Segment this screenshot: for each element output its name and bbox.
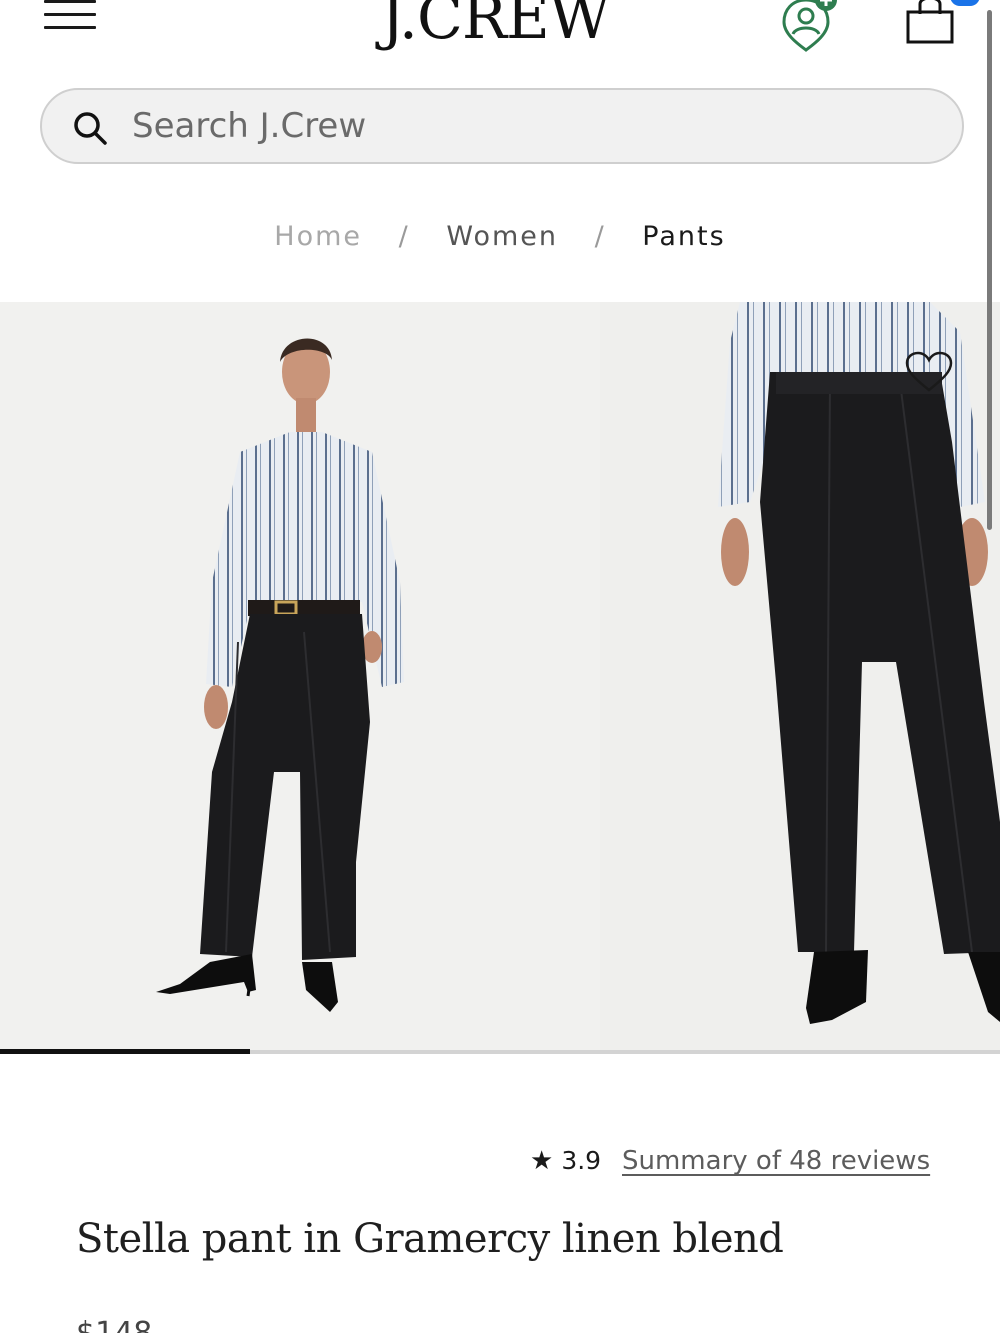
search-input[interactable]: [132, 104, 912, 148]
site-header: J.CREW: [0, 0, 1000, 70]
reviews-summary-link[interactable]: Summary of 48 reviews: [622, 1146, 930, 1176]
brand-logo[interactable]: J.CREW: [360, 0, 630, 50]
product-rating: ★ 3.9: [530, 1146, 601, 1182]
product-price: $148: [76, 1316, 152, 1333]
product-image-gallery[interactable]: [0, 302, 1000, 1052]
gallery-progress-indicator: [0, 1049, 250, 1054]
shopping-bag-icon[interactable]: [902, 0, 958, 46]
store-locator-icon[interactable]: [780, 0, 844, 52]
search-icon: [72, 110, 108, 146]
product-image-pants-closeup[interactable]: [600, 302, 1000, 1052]
wishlist-heart-icon[interactable]: [904, 350, 954, 394]
search-bar[interactable]: [40, 88, 964, 164]
page-scrollbar[interactable]: [987, 10, 992, 530]
breadcrumb-separator: /: [398, 221, 410, 252]
star-icon: ★: [530, 1146, 554, 1176]
breadcrumb-women-link[interactable]: Women: [446, 221, 558, 252]
breadcrumb-current-page: Pants: [642, 221, 726, 252]
product-image-model-full[interactable]: [0, 302, 600, 1052]
product-title: Stella pant in Gramercy linen blend: [76, 1216, 784, 1262]
breadcrumb-separator: /: [594, 221, 606, 252]
breadcrumb: Home / Women / Pants: [0, 220, 1000, 260]
hamburger-menu-icon[interactable]: [44, 0, 96, 32]
breadcrumb-home-link[interactable]: Home: [274, 221, 362, 252]
rating-value: 3.9: [561, 1146, 602, 1175]
